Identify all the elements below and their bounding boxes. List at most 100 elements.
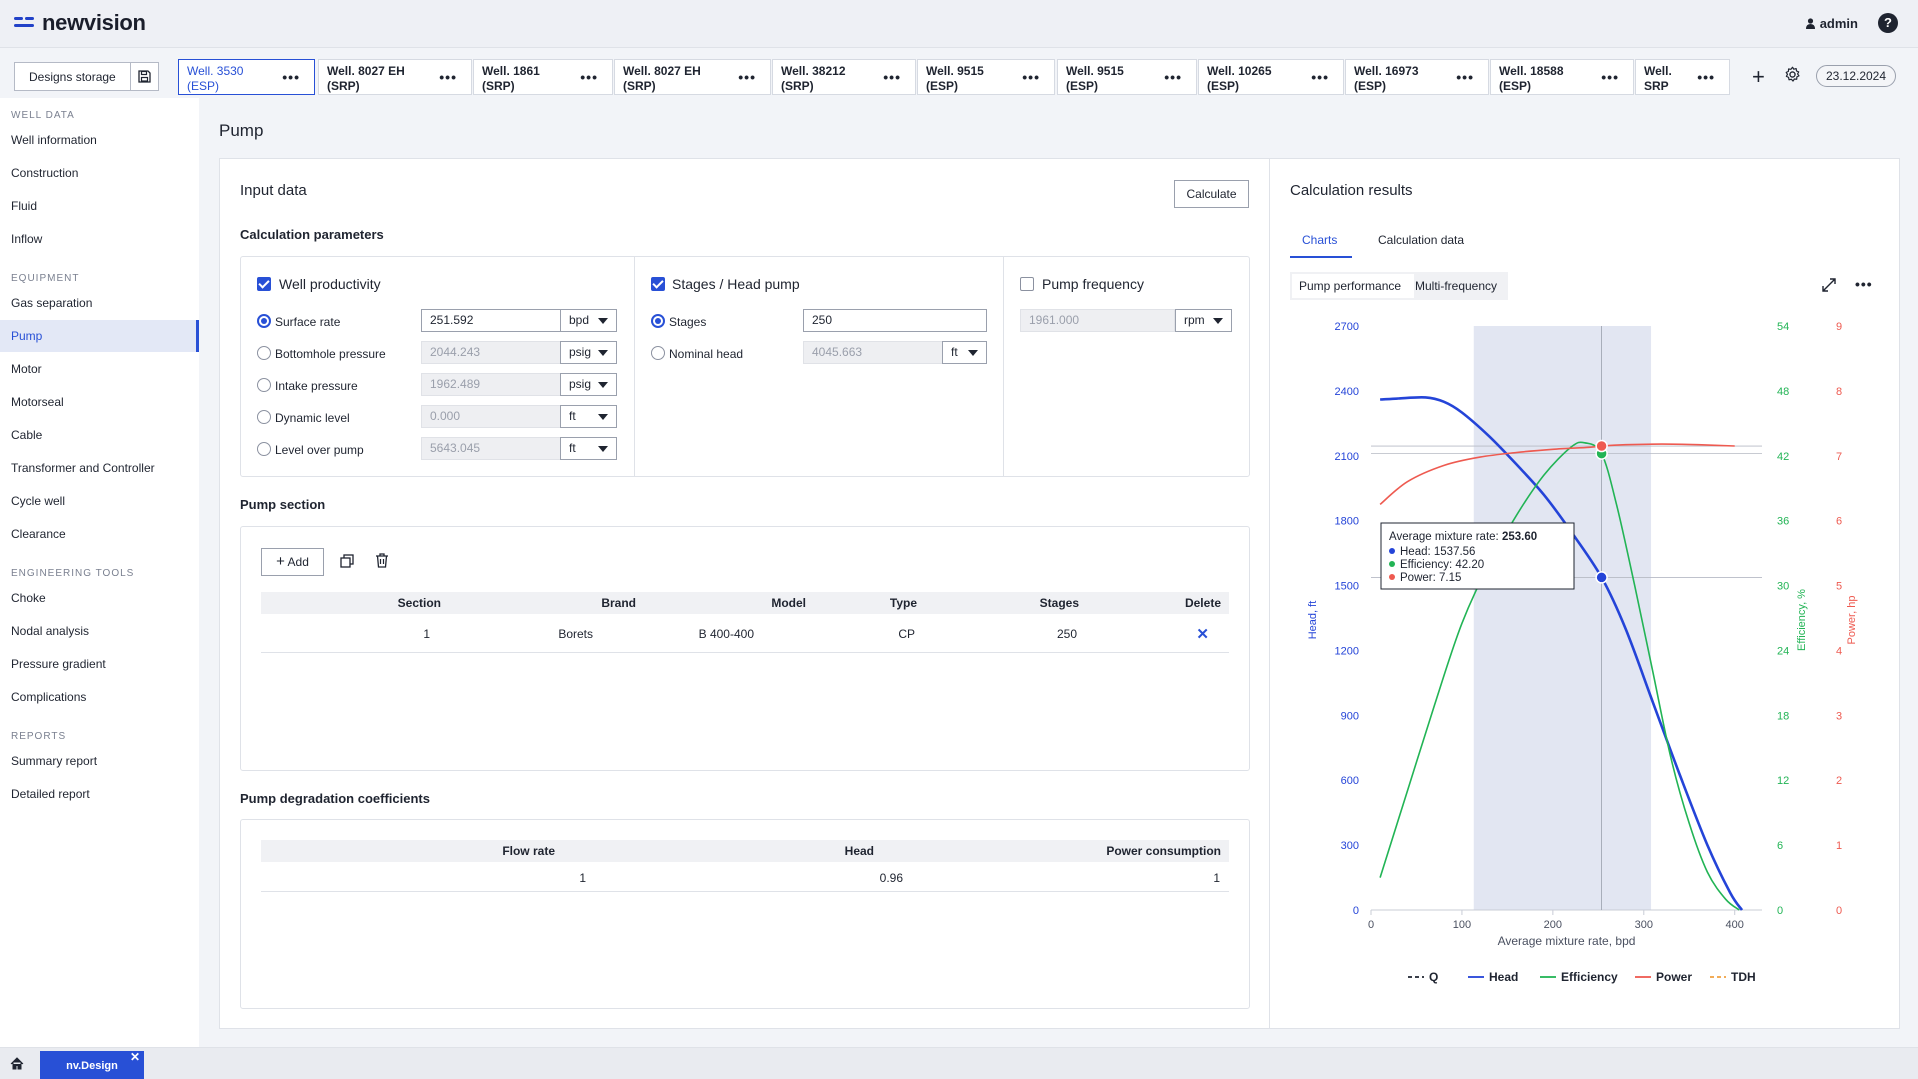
pump-frequency-unit-select[interactable]: rpm — [1175, 309, 1232, 332]
dynamic-level-input[interactable]: 0.000 — [421, 405, 561, 428]
bottomhole-pressure-unit-select[interactable]: psig — [560, 341, 617, 364]
pump-frequency-input[interactable]: 1961.000 — [1020, 309, 1175, 332]
y-tick-label-power: 3 — [1836, 710, 1842, 722]
segment-pump-performance[interactable]: Pump performance — [1299, 279, 1401, 293]
user-menu[interactable]: admin — [1805, 16, 1858, 31]
sidebar-item-gas-separation[interactable]: Gas separation — [0, 287, 199, 319]
sidebar-item-clearance[interactable]: Clearance — [0, 518, 199, 550]
well-tab[interactable]: Well. 10265 (ESP) ••• — [1198, 59, 1344, 95]
date-chip[interactable]: 23.12.2024 — [1816, 65, 1896, 87]
nominal-head-input[interactable]: 4045.663 — [803, 341, 943, 364]
sidebar-item-fluid[interactable]: Fluid — [0, 190, 199, 222]
dynamic-level-radio[interactable] — [257, 410, 271, 424]
legend-item-tdh[interactable]: TDH — [1731, 970, 1756, 984]
sidebar-item-pump[interactable]: Pump — [0, 320, 199, 352]
help-icon[interactable]: ? — [1878, 13, 1898, 33]
stages-head-checkbox[interactable] — [651, 277, 665, 291]
gear-icon[interactable] — [1784, 66, 1801, 86]
sidebar-item-pressure-gradient[interactable]: Pressure gradient — [0, 648, 199, 680]
intake-pressure-radio[interactable] — [257, 378, 271, 392]
pump-section-title: Pump section — [240, 497, 326, 512]
surface-rate-unit-select[interactable]: bpd — [560, 309, 617, 332]
well-tab[interactable]: Well. 8027 EH (SRP) ••• — [614, 59, 771, 95]
tab-charts[interactable]: Charts — [1302, 233, 1337, 247]
stages-radio[interactable] — [651, 314, 665, 328]
intake-pressure-input[interactable]: 1962.489 — [421, 373, 561, 396]
legend-item-q[interactable]: Q — [1429, 970, 1438, 984]
tab-menu-icon[interactable]: ••• — [738, 70, 756, 85]
tab-menu-icon[interactable]: ••• — [1601, 70, 1619, 85]
sidebar-item-complications[interactable]: Complications — [0, 681, 199, 713]
nominal-head-radio[interactable] — [651, 346, 665, 360]
level-over-pump-unit-select[interactable]: ft — [560, 437, 617, 460]
add-tab-icon[interactable]: + — [1752, 64, 1765, 90]
calculate-button[interactable]: Calculate — [1174, 180, 1249, 208]
operating-point-head[interactable] — [1595, 571, 1608, 584]
sidebar-item-cable[interactable]: Cable — [0, 419, 199, 451]
tooltip-title-label: Average mixture rate: — [1389, 531, 1502, 543]
well-tab[interactable]: Well. SRP ••• — [1635, 59, 1730, 95]
delete-row-icon[interactable]: ✕ — [1196, 625, 1209, 643]
tab-menu-icon[interactable]: ••• — [1697, 70, 1715, 85]
tab-menu-icon[interactable]: ••• — [883, 70, 901, 85]
level-over-pump-input[interactable]: 5643.045 — [421, 437, 561, 460]
surface-rate-input[interactable]: 251.592 — [421, 309, 561, 332]
well-tab[interactable]: Well. 18588 (ESP) ••• — [1490, 59, 1634, 95]
bottomhole-pressure-radio[interactable] — [257, 346, 271, 360]
save-icon[interactable] — [129, 63, 158, 90]
level-over-pump-radio[interactable] — [257, 442, 271, 456]
sidebar-item-motorseal[interactable]: Motorseal — [0, 386, 199, 418]
sidebar-item-nodal-analysis[interactable]: Nodal analysis — [0, 615, 199, 647]
copy-icon[interactable] — [340, 554, 354, 571]
sidebar-item-cycle-well[interactable]: Cycle well — [0, 485, 199, 517]
tab-menu-icon[interactable]: ••• — [1456, 70, 1474, 85]
well-tab[interactable]: Well. 8027 EH (SRP) ••• — [318, 59, 472, 95]
legend-item-efficiency[interactable]: Efficiency — [1561, 970, 1618, 984]
operating-point-power[interactable] — [1595, 439, 1608, 453]
close-icon[interactable]: ✕ — [130, 1042, 140, 1072]
sidebar-item-construction[interactable]: Construction — [0, 157, 199, 189]
well-tab[interactable]: Well. 9515 (ESP) ••• — [917, 59, 1055, 95]
nominal-head-unit-select[interactable]: ft — [942, 341, 987, 364]
segment-multi-frequency[interactable]: Multi-frequency — [1415, 279, 1497, 293]
sidebar-item-choke[interactable]: Choke — [0, 582, 199, 614]
designs-storage-button[interactable]: Designs storage — [14, 62, 159, 91]
app-logo[interactable]: newvision — [14, 10, 146, 36]
sidebar-item-inflow[interactable]: Inflow — [0, 223, 199, 255]
well-tab[interactable]: Well. 1861 (SRP) ••• — [473, 59, 613, 95]
legend-item-head[interactable]: Head — [1489, 970, 1518, 984]
tab-calculation-data[interactable]: Calculation data — [1378, 233, 1464, 247]
tab-menu-icon[interactable]: ••• — [1311, 70, 1329, 85]
dynamic-level-unit-select[interactable]: ft — [560, 405, 617, 428]
tooltip-bullet — [1389, 574, 1395, 580]
x-tick-label: 300 — [1635, 919, 1653, 931]
sidebar-item-detailed-report[interactable]: Detailed report — [0, 778, 199, 810]
sidebar-item-summary-report[interactable]: Summary report — [0, 745, 199, 777]
add-section-button[interactable]: + Add — [261, 548, 324, 576]
trash-icon[interactable] — [375, 553, 389, 571]
sidebar-item-transformer-and-controller[interactable]: Transformer and Controller — [0, 452, 199, 484]
intake-pressure-unit-select[interactable]: psig — [560, 373, 617, 396]
well-tab[interactable]: Well. 38212 (SRP) ••• — [772, 59, 916, 95]
stages-input[interactable]: 250 — [803, 309, 987, 332]
expand-icon[interactable] — [1821, 277, 1837, 296]
sidebar-item-motor[interactable]: Motor — [0, 353, 199, 385]
well-tab[interactable]: Well. 16973 (ESP) ••• — [1345, 59, 1489, 95]
well-productivity-checkbox[interactable] — [257, 277, 271, 291]
tab-menu-icon[interactable]: ••• — [580, 70, 598, 85]
sidebar-item-well-information[interactable]: Well information — [0, 124, 199, 156]
surface-rate-radio[interactable] — [257, 314, 271, 328]
tab-menu-icon[interactable]: ••• — [439, 70, 457, 85]
app-chip-nv-design[interactable]: nv.Design ✕ — [40, 1050, 144, 1079]
x-axis-title: Average mixture rate, bpd — [1498, 934, 1636, 948]
well-tab[interactable]: Well. 9515 (ESP) ••• — [1057, 59, 1197, 95]
legend-item-power[interactable]: Power — [1656, 970, 1692, 984]
home-icon[interactable] — [10, 1057, 24, 1073]
tab-menu-icon[interactable]: ••• — [1164, 70, 1182, 85]
tab-menu-icon[interactable]: ••• — [1022, 70, 1040, 85]
bottomhole-pressure-input[interactable]: 2044.243 — [421, 341, 561, 364]
well-tab[interactable]: Well. 3530 (ESP) ••• — [178, 59, 315, 95]
more-options-icon[interactable]: ••• — [1855, 276, 1873, 292]
tab-menu-icon[interactable]: ••• — [282, 70, 300, 85]
pump-frequency-checkbox[interactable] — [1020, 277, 1034, 291]
